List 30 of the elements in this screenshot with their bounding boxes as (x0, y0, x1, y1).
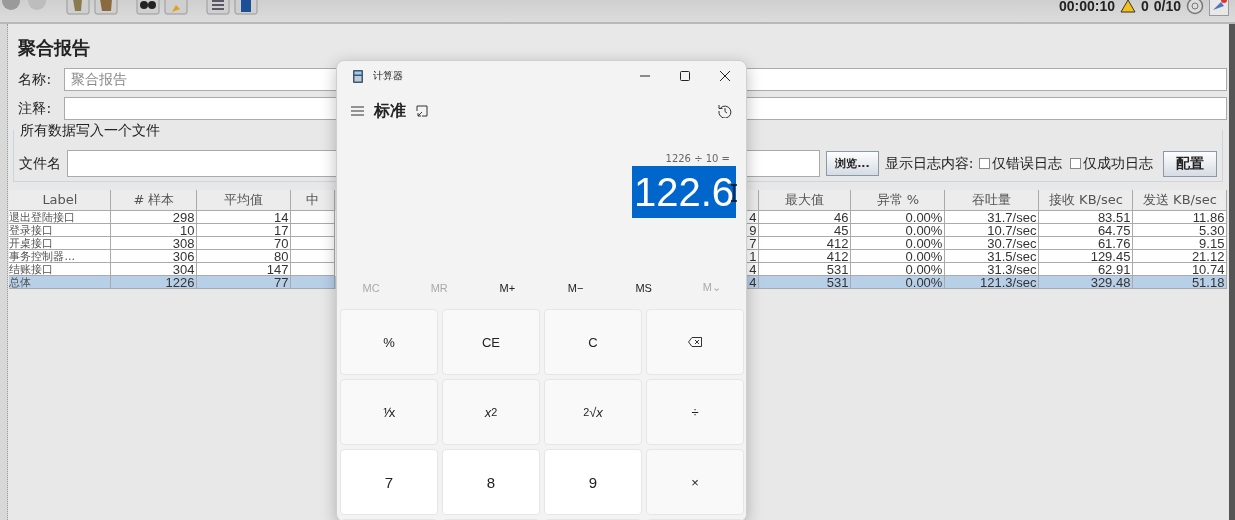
column-header: 中 (291, 190, 336, 211)
column-header: 异常 % (851, 190, 946, 211)
table-cell: 121.3/sec (945, 276, 1040, 289)
name-label: 名称: (18, 70, 53, 89)
column-header: Label (9, 190, 112, 211)
thread-count: 0/10 (1153, 0, 1181, 14)
comment-label: 注释: (18, 99, 53, 118)
table-cell: 531 (759, 276, 852, 289)
column-header: 发送 KB/sec (1133, 190, 1228, 211)
column-header: 平均值 (197, 190, 292, 211)
warning-count: 0 (1140, 0, 1149, 14)
table-cell: 329.48 (1039, 276, 1134, 289)
file-name-label: 文件名 (19, 154, 62, 173)
panel-title: 聚合报告 (17, 36, 92, 60)
log-content-label: 显示日志内容: (884, 154, 974, 173)
result-display: 122.6 (631, 166, 736, 218)
column-header: 接收 KB/sec (1039, 190, 1134, 211)
mode-title: 标准 (374, 100, 406, 122)
window-title: 计算器 (373, 69, 403, 83)
column-header: 最大值 (759, 190, 852, 211)
table-cell: 51.18 (1133, 276, 1228, 289)
expression-text: 1226 ÷ 10 = (664, 153, 731, 164)
table-cell: 总体 (9, 276, 112, 289)
column-header: # 样本 (111, 190, 198, 211)
group-title: 所有数据写入一个文件 (18, 122, 163, 140)
table-cell: 1226 (111, 276, 198, 289)
column-header: 吞吐量 (945, 190, 1040, 211)
table-cell: 0.00% (851, 276, 946, 289)
elapsed-time: 00:00:10 (1058, 0, 1115, 14)
table-cell: 77 (197, 276, 292, 289)
